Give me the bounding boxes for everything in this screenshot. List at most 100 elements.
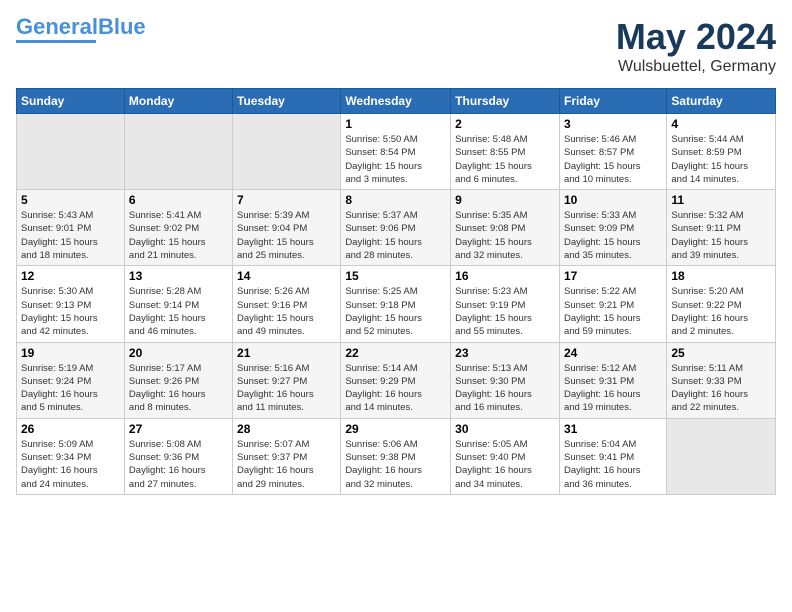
calendar-cell-week1-day0: 5 Sunrise: 5:43 AMSunset: 9:01 PMDaylight…	[17, 190, 125, 266]
logo-blue: Blue	[98, 14, 146, 39]
calendar-cell-week2-day1: 13 Sunrise: 5:28 AMSunset: 9:14 PMDayligh…	[124, 266, 232, 342]
day-number: 6	[129, 193, 228, 207]
day-number: 27	[129, 422, 228, 436]
day-number: 15	[345, 269, 446, 283]
day-info: Sunrise: 5:46 AMSunset: 8:57 PMDaylight:…	[564, 133, 662, 186]
calendar-cell-week0-day5: 3 Sunrise: 5:46 AMSunset: 8:57 PMDaylight…	[559, 114, 666, 190]
day-number: 29	[345, 422, 446, 436]
location-title: Wulsbuettel, Germany	[616, 58, 776, 76]
calendar-cell-week4-day5: 31Sunrise: 5:04 AMSunset: 9:41 PMDayligh…	[559, 418, 666, 494]
calendar-cell-week3-day0: 19 Sunrise: 5:19 AMSunset: 9:24 PMDayligh…	[17, 342, 125, 418]
day-number: 19	[21, 346, 120, 360]
day-info: Sunrise: 5:08 AMSunset: 9:36 PMDaylight:…	[129, 438, 228, 491]
day-number: 11	[671, 193, 771, 207]
day-number: 9	[455, 193, 555, 207]
day-info: Sunrise: 5:44 AMSunset: 8:59 PMDaylight:…	[671, 133, 771, 186]
day-of-week-monday: Monday	[124, 89, 232, 114]
calendar-cell-week0-day6: 4 Sunrise: 5:44 AMSunset: 8:59 PMDaylight…	[667, 114, 776, 190]
calendar-cell-week0-day1	[124, 114, 232, 190]
day-info: Sunrise: 5:11 AMSunset: 9:33 PMDaylight:…	[671, 362, 771, 415]
day-number: 13	[129, 269, 228, 283]
day-info: Sunrise: 5:32 AMSunset: 9:11 PMDaylight:…	[671, 209, 771, 262]
calendar-cell-week1-day2: 7 Sunrise: 5:39 AMSunset: 9:04 PMDaylight…	[233, 190, 341, 266]
day-number: 7	[237, 193, 336, 207]
day-number: 26	[21, 422, 120, 436]
calendar-cell-week4-day4: 30 Sunrise: 5:05 AMSunset: 9:40 PMDayligh…	[451, 418, 560, 494]
day-number: 18	[671, 269, 771, 283]
day-info: Sunrise: 5:17 AMSunset: 9:26 PMDaylight:…	[129, 362, 228, 415]
day-of-week-tuesday: Tuesday	[233, 89, 341, 114]
day-number: 14	[237, 269, 336, 283]
day-of-week-friday: Friday	[559, 89, 666, 114]
day-info: Sunrise: 5:28 AMSunset: 9:14 PMDaylight:…	[129, 285, 228, 338]
day-number: 10	[564, 193, 662, 207]
calendar-cell-week2-day6: 18 Sunrise: 5:20 AMSunset: 9:22 PMDayligh…	[667, 266, 776, 342]
day-number: 8	[345, 193, 446, 207]
day-info: Sunrise: 5:37 AMSunset: 9:06 PMDaylight:…	[345, 209, 446, 262]
calendar-cell-week4-day0: 26 Sunrise: 5:09 AMSunset: 9:34 PMDayligh…	[17, 418, 125, 494]
day-number: 2	[455, 117, 555, 131]
calendar-cell-week4-day3: 29 Sunrise: 5:06 AMSunset: 9:38 PMDayligh…	[341, 418, 451, 494]
day-info: Sunrise: 5:41 AMSunset: 9:02 PMDaylight:…	[129, 209, 228, 262]
day-number: 25	[671, 346, 771, 360]
day-of-week-saturday: Saturday	[667, 89, 776, 114]
day-info: Sunrise: 5:05 AMSunset: 9:40 PMDaylight:…	[455, 438, 555, 491]
calendar-cell-week3-day5: 24Sunrise: 5:12 AMSunset: 9:31 PMDayligh…	[559, 342, 666, 418]
day-info: Sunrise: 5:13 AMSunset: 9:30 PMDaylight:…	[455, 362, 555, 415]
calendar-cell-week0-day3: 1Sunrise: 5:50 AMSunset: 8:54 PMDaylight…	[341, 114, 451, 190]
day-of-week-wednesday: Wednesday	[341, 89, 451, 114]
day-number: 17	[564, 269, 662, 283]
day-number: 22	[345, 346, 446, 360]
calendar-cell-week3-day2: 21 Sunrise: 5:16 AMSunset: 9:27 PMDayligh…	[233, 342, 341, 418]
logo-text: GeneralBlue	[16, 16, 146, 38]
day-number: 3	[564, 117, 662, 131]
calendar-table: SundayMondayTuesdayWednesdayThursdayFrid…	[16, 88, 776, 495]
calendar-cell-week2-day2: 14 Sunrise: 5:26 AMSunset: 9:16 PMDayligh…	[233, 266, 341, 342]
calendar-cell-week0-day2	[233, 114, 341, 190]
day-info: Sunrise: 5:20 AMSunset: 9:22 PMDaylight:…	[671, 285, 771, 338]
calendar-cell-week1-day5: 10 Sunrise: 5:33 AMSunset: 9:09 PMDayligh…	[559, 190, 666, 266]
day-info: Sunrise: 5:16 AMSunset: 9:27 PMDaylight:…	[237, 362, 336, 415]
day-info: Sunrise: 5:12 AMSunset: 9:31 PMDaylight:…	[564, 362, 662, 415]
calendar-cell-week4-day2: 28 Sunrise: 5:07 AMSunset: 9:37 PMDayligh…	[233, 418, 341, 494]
calendar-cell-week0-day0	[17, 114, 125, 190]
day-info: Sunrise: 5:22 AMSunset: 9:21 PMDaylight:…	[564, 285, 662, 338]
day-info: Sunrise: 5:06 AMSunset: 9:38 PMDaylight:…	[345, 438, 446, 491]
day-number: 12	[21, 269, 120, 283]
calendar-cell-week2-day5: 17 Sunrise: 5:22 AMSunset: 9:21 PMDayligh…	[559, 266, 666, 342]
day-number: 1	[345, 117, 446, 131]
calendar-cell-week2-day0: 12 Sunrise: 5:30 AMSunset: 9:13 PMDayligh…	[17, 266, 125, 342]
day-of-week-sunday: Sunday	[17, 89, 125, 114]
calendar-cell-week1-day1: 6 Sunrise: 5:41 AMSunset: 9:02 PMDaylight…	[124, 190, 232, 266]
calendar-cell-week1-day3: 8 Sunrise: 5:37 AMSunset: 9:06 PMDaylight…	[341, 190, 451, 266]
day-info: Sunrise: 5:19 AMSunset: 9:24 PMDaylight:…	[21, 362, 120, 415]
day-info: Sunrise: 5:26 AMSunset: 9:16 PMDaylight:…	[237, 285, 336, 338]
logo: GeneralBlue	[16, 16, 146, 45]
day-number: 21	[237, 346, 336, 360]
title-area: May 2024 Wulsbuettel, Germany	[616, 16, 776, 76]
calendar-cell-week1-day6: 11 Sunrise: 5:32 AMSunset: 9:11 PMDayligh…	[667, 190, 776, 266]
calendar-cell-week4-day6	[667, 418, 776, 494]
day-number: 31	[564, 422, 662, 436]
calendar-cell-week2-day4: 16Sunrise: 5:23 AMSunset: 9:19 PMDayligh…	[451, 266, 560, 342]
day-info: Sunrise: 5:23 AMSunset: 9:19 PMDaylight:…	[455, 285, 555, 338]
calendar-cell-week3-day3: 22 Sunrise: 5:14 AMSunset: 9:29 PMDayligh…	[341, 342, 451, 418]
day-info: Sunrise: 5:07 AMSunset: 9:37 PMDaylight:…	[237, 438, 336, 491]
day-info: Sunrise: 5:35 AMSunset: 9:08 PMDaylight:…	[455, 209, 555, 262]
day-info: Sunrise: 5:43 AMSunset: 9:01 PMDaylight:…	[21, 209, 120, 262]
day-number: 28	[237, 422, 336, 436]
calendar-cell-week1-day4: 9 Sunrise: 5:35 AMSunset: 9:08 PMDaylight…	[451, 190, 560, 266]
calendar-cell-week3-day6: 25 Sunrise: 5:11 AMSunset: 9:33 PMDayligh…	[667, 342, 776, 418]
day-info: Sunrise: 5:25 AMSunset: 9:18 PMDaylight:…	[345, 285, 446, 338]
day-info: Sunrise: 5:33 AMSunset: 9:09 PMDaylight:…	[564, 209, 662, 262]
day-of-week-thursday: Thursday	[451, 89, 560, 114]
day-info: Sunrise: 5:30 AMSunset: 9:13 PMDaylight:…	[21, 285, 120, 338]
day-number: 4	[671, 117, 771, 131]
month-title: May 2024	[616, 16, 776, 58]
day-number: 5	[21, 193, 120, 207]
day-info: Sunrise: 5:14 AMSunset: 9:29 PMDaylight:…	[345, 362, 446, 415]
day-info: Sunrise: 5:39 AMSunset: 9:04 PMDaylight:…	[237, 209, 336, 262]
day-number: 30	[455, 422, 555, 436]
day-info: Sunrise: 5:09 AMSunset: 9:34 PMDaylight:…	[21, 438, 120, 491]
calendar-cell-week0-day4: 2Sunrise: 5:48 AMSunset: 8:55 PMDaylight…	[451, 114, 560, 190]
